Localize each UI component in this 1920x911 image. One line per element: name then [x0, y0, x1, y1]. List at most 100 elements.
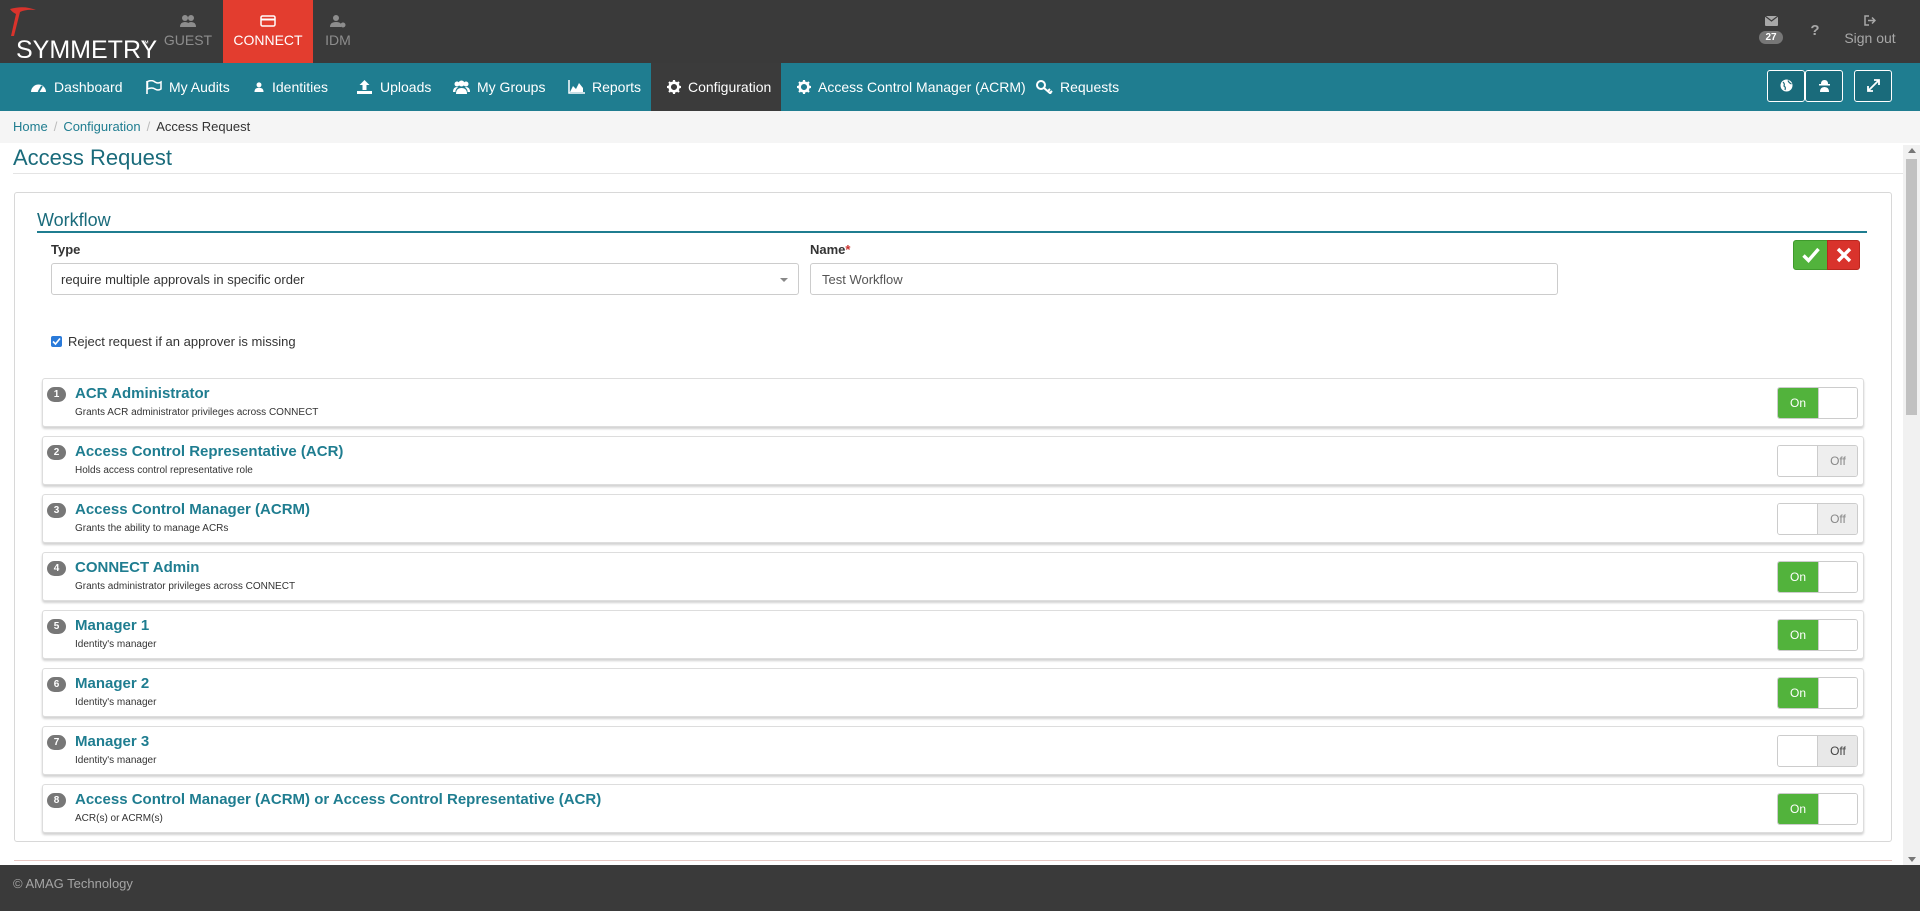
approver-toggle[interactable]: On [1777, 677, 1858, 709]
workflow-type-value: require multiple approvals in specific o… [61, 272, 305, 287]
approver-toggle[interactable]: Off [1777, 735, 1858, 767]
workflow-section-divider [37, 231, 1867, 233]
footer: © AMAG Technology [0, 865, 1920, 911]
workflow-panel: Workflow Type require multiple approvals… [14, 192, 1892, 842]
name-label: Name* [810, 242, 850, 257]
sign-out-label: Sign out [1844, 30, 1896, 46]
main-nav: Dashboard My Audits Identities Uploads M… [0, 63, 1920, 111]
approver-row: 6 Manager 2 Identity's manager On [42, 668, 1864, 717]
user-profile-button[interactable] [1805, 70, 1843, 102]
nav-dashboard[interactable]: Dashboard [30, 63, 123, 111]
toggle-handle [1818, 794, 1857, 824]
toggle-handle [1818, 562, 1857, 592]
approver-toggle[interactable]: On [1777, 561, 1858, 593]
app-tab-guest[interactable]: GUEST [143, 0, 233, 63]
nav-identities-label: Identities [272, 79, 329, 95]
type-label: Type [51, 242, 81, 257]
toggle-handle [1818, 620, 1857, 650]
page-scrollbar[interactable] [1903, 145, 1920, 865]
toggle-handle [1778, 736, 1818, 766]
approver-title: Access Control Manager (ACRM) or Access … [75, 791, 602, 808]
nav-my-audits[interactable]: My Audits [145, 63, 230, 111]
nav-requests-label: Requests [1060, 79, 1120, 95]
approver-title: Manager 1 [75, 617, 150, 634]
envelope-icon [1764, 16, 1778, 26]
user-gear-icon [330, 15, 346, 28]
upload-icon [357, 80, 372, 94]
nav-reports[interactable]: Reports [568, 63, 641, 111]
approver-description: Grants the ability to manage ACRs [75, 523, 229, 534]
toggle-handle [1818, 678, 1857, 708]
reject-missing-approver-checkbox[interactable] [51, 336, 62, 347]
breadcrumb-home[interactable]: Home [13, 119, 48, 134]
approver-title: Access Control Manager (ACRM) [75, 501, 311, 518]
checkmark-icon [52, 337, 61, 346]
approver-toggle[interactable]: Off [1777, 445, 1858, 477]
approver-order-badge: 1 [47, 387, 66, 402]
reject-missing-approver-option[interactable]: Reject request if an approver is missing [51, 334, 296, 349]
sign-out-icon [1864, 15, 1876, 26]
scrollbar-thumb[interactable] [1906, 159, 1917, 415]
breadcrumb-configuration[interactable]: Configuration [63, 119, 140, 134]
approver-order-badge: 8 [47, 793, 66, 808]
nav-acrm-label: Access Control Manager (ACRM) [818, 79, 1026, 95]
messages-button[interactable]: 27 [1756, 0, 1786, 63]
dashboard-icon [31, 84, 46, 93]
approver-toggle[interactable]: Off [1777, 503, 1858, 535]
users-icon [180, 15, 196, 27]
approver-row: 7 Manager 3 Identity's manager Off [42, 726, 1864, 775]
toggle-state-label: On [1778, 562, 1818, 592]
name-label-text: Name [810, 242, 846, 257]
approver-description: Identity's manager [75, 697, 157, 708]
nav-acrm[interactable]: Access Control Manager (ACRM) [797, 63, 1026, 111]
user-icon [254, 82, 264, 92]
symmetry-logo[interactable]: SYMMETRY ™ [6, 6, 157, 64]
scroll-up-icon[interactable] [1908, 148, 1916, 153]
toggle-state-label: Off [1818, 736, 1857, 766]
nav-reports-label: Reports [592, 79, 642, 95]
approver-toggle[interactable]: On [1777, 793, 1858, 825]
close-icon [1836, 247, 1852, 263]
nav-configuration[interactable]: Configuration [651, 63, 781, 111]
fullscreen-button[interactable] [1854, 70, 1892, 102]
approver-description: Grants administrator privileges across C… [75, 581, 296, 592]
gear-icon [667, 80, 681, 94]
approver-row: 4 CONNECT Admin Grants administrator pri… [42, 552, 1864, 601]
approver-title: Manager 3 [75, 733, 150, 750]
nav-dashboard-label: Dashboard [54, 79, 123, 95]
approver-order-badge: 4 [47, 561, 66, 576]
approver-order-badge: 5 [47, 619, 66, 634]
approver-title: ACR Administrator [75, 385, 210, 402]
nav-requests[interactable]: Requests [1036, 63, 1119, 111]
approver-toggle[interactable]: On [1777, 619, 1858, 651]
approver-description: Identity's manager [75, 639, 157, 650]
workflow-name-input[interactable] [810, 263, 1558, 295]
cancel-button[interactable] [1827, 240, 1860, 270]
approver-description: Holds access control representative role [75, 465, 253, 476]
help-button[interactable]: ? [1800, 0, 1830, 63]
nav-uploads[interactable]: Uploads [356, 63, 431, 111]
gear-icon [797, 80, 811, 94]
app-tab-idm-label: IDM [325, 32, 351, 48]
workflow-type-select[interactable]: require multiple approvals in specific o… [51, 263, 799, 295]
approver-title: CONNECT Admin [75, 559, 200, 576]
nav-configuration-label: Configuration [688, 79, 772, 95]
title-divider [13, 173, 1903, 174]
approver-title: Manager 2 [75, 675, 150, 692]
scroll-down-icon[interactable] [1908, 857, 1916, 862]
nav-my-groups[interactable]: My Groups [453, 63, 545, 111]
app-tab-idm[interactable]: IDM [293, 0, 383, 63]
language-button[interactable] [1767, 70, 1805, 102]
approver-toggle[interactable]: On [1777, 387, 1858, 419]
nav-identities[interactable]: Identities [253, 63, 328, 111]
chevron-down-icon [780, 278, 788, 282]
toggle-state-label: Off [1818, 504, 1857, 534]
save-button[interactable] [1793, 240, 1828, 270]
toggle-state-label: Off [1818, 446, 1857, 476]
nav-uploads-label: Uploads [380, 79, 432, 95]
breadcrumb-current: Access Request [156, 119, 251, 134]
sign-out-button[interactable]: Sign out [1840, 0, 1900, 63]
toggle-handle [1818, 388, 1857, 418]
check-icon [1802, 247, 1820, 263]
toggle-state-label: On [1778, 794, 1818, 824]
